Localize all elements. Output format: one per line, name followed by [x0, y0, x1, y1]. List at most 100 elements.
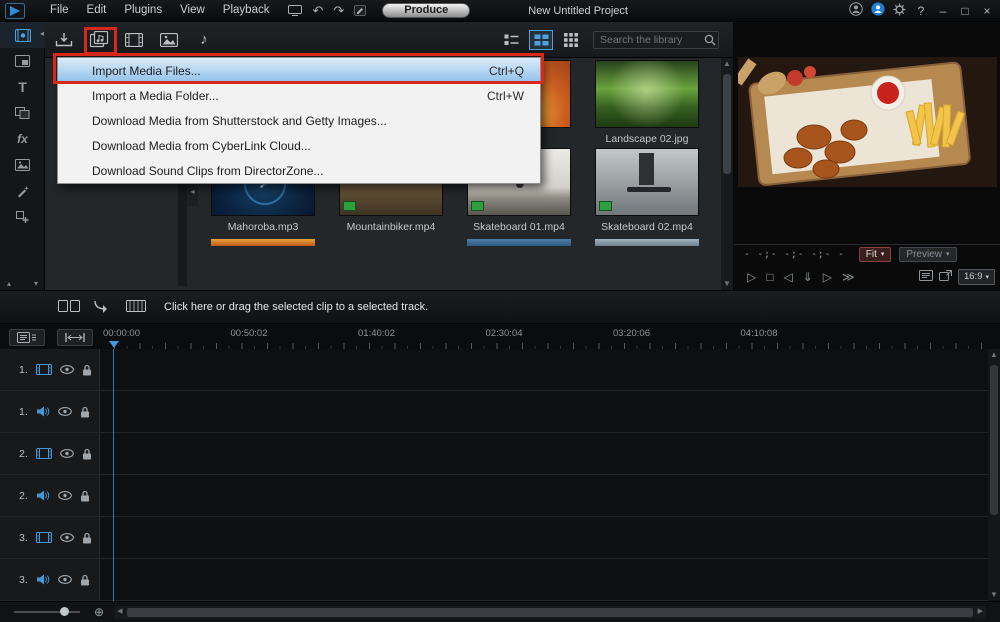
signin-user-icon[interactable]	[871, 2, 885, 19]
play-button[interactable]: ▷	[747, 270, 756, 284]
sidebar-item-transitions-room[interactable]	[0, 100, 45, 126]
minimize-button[interactable]: –	[936, 4, 950, 18]
settings-gear-icon[interactable]	[893, 3, 906, 19]
scroll-down-icon[interactable]: ▼	[723, 278, 731, 290]
menubar-item[interactable]: Edit	[78, 0, 116, 21]
track-hint-bar[interactable]: Click here or drag the selected clip to …	[0, 290, 1000, 324]
menubar-item[interactable]: File	[41, 0, 78, 21]
help-icon[interactable]: ?	[914, 4, 928, 18]
track-header[interactable]: 1.	[0, 391, 100, 432]
library-item-partial[interactable]	[327, 239, 455, 246]
media-content-icon[interactable]	[86, 28, 112, 52]
audio-filter-icon[interactable]: ♪	[191, 28, 217, 52]
media-thumbnail[interactable]	[595, 148, 699, 216]
sidebar-expander[interactable]: ▴ ▾	[0, 279, 45, 288]
track-lane[interactable]	[100, 559, 988, 600]
track-lane[interactable]	[100, 349, 988, 390]
video-filter-icon[interactable]	[121, 28, 147, 52]
photo-filter-icon[interactable]	[156, 28, 182, 52]
scroll-right-icon[interactable]: ▶	[975, 606, 986, 618]
sidebar-item-media-room[interactable]: ◂	[0, 22, 45, 48]
track-header[interactable]: 1.	[0, 349, 100, 390]
library-scrollbar-thumb[interactable]	[723, 74, 731, 174]
library-item-partial[interactable]	[199, 239, 327, 246]
track-header[interactable]: 3.	[0, 559, 100, 600]
sidebar-item-titles-room[interactable]: T	[0, 74, 45, 100]
list-view-icon[interactable]	[499, 30, 523, 50]
undo-icon[interactable]: ↶	[312, 1, 323, 21]
maximize-button[interactable]: □	[958, 4, 972, 18]
insert-arrow-icon[interactable]	[93, 299, 113, 316]
track-lane[interactable]	[100, 433, 988, 474]
menubar-item[interactable]: Playback	[214, 0, 279, 21]
timeline-vertical-scrollbar[interactable]: ▲ ▼	[988, 349, 1000, 601]
expander-up-icon[interactable]: ▴	[7, 279, 11, 288]
eye-icon[interactable]	[58, 407, 72, 416]
lock-icon[interactable]	[82, 532, 92, 544]
library-item[interactable]: Skateboard 02.mp4	[583, 148, 711, 233]
sidebar-item-chapters-room[interactable]	[0, 204, 45, 230]
aspect-ratio-select[interactable]: 16:9 ▾	[958, 269, 995, 285]
track-header[interactable]: 2.	[0, 433, 100, 474]
scroll-left-icon[interactable]: ◀	[114, 606, 125, 618]
menubar-item[interactable]: Plugins	[115, 0, 171, 21]
search-icon[interactable]	[704, 34, 716, 49]
media-thumbnail[interactable]	[595, 60, 699, 128]
media-thumbnail-partial[interactable]	[595, 239, 699, 246]
library-item-partial[interactable]	[455, 239, 583, 246]
close-button[interactable]: ×	[980, 4, 994, 18]
library-menu-icon[interactable]	[559, 30, 583, 50]
capture-frame-button[interactable]: ⇓	[803, 270, 813, 284]
search-input[interactable]	[593, 31, 719, 49]
library-item-partial[interactable]	[583, 239, 711, 246]
timeline-ruler[interactable]: 00:00:0000:50:0201:40:0202:30:0403:20:06…	[100, 328, 988, 349]
track-lane[interactable]	[100, 517, 988, 558]
scroll-up-icon[interactable]: ▲	[723, 58, 731, 70]
stop-button[interactable]: □	[766, 270, 773, 284]
import-menu-item[interactable]: Import a Media Folder... Ctrl+W	[58, 83, 540, 108]
timeline-scrollbar-thumb[interactable]	[990, 365, 998, 515]
scroll-down-icon[interactable]: ▼	[990, 589, 998, 601]
storyboard-icon[interactable]	[58, 300, 80, 315]
import-menu-item[interactable]: Import Media Files... Ctrl+Q	[58, 58, 540, 83]
preview-video-frame[interactable]	[738, 57, 997, 187]
collapse-panel-icon[interactable]: ◂	[40, 29, 44, 38]
next-frame-button[interactable]: ▷	[823, 270, 832, 284]
zoom-slider-handle[interactable]	[60, 607, 69, 616]
fit-select[interactable]: Fit ▾	[859, 247, 892, 262]
import-media-icon[interactable]	[51, 28, 77, 52]
media-thumbnail-partial[interactable]	[467, 239, 571, 246]
import-menu-item[interactable]: Download Sound Clips from DirectorZone..…	[58, 158, 540, 183]
account-icon[interactable]	[849, 2, 863, 19]
track-header[interactable]: 2.	[0, 475, 100, 516]
modify-icon[interactable]	[354, 5, 366, 16]
previous-frame-button[interactable]: ◁	[783, 270, 792, 284]
playhead-marker[interactable]	[109, 341, 119, 348]
zoom-in-icon[interactable]: ⊕	[94, 605, 104, 619]
lock-icon[interactable]	[80, 574, 90, 586]
preview-options-icon[interactable]	[919, 270, 933, 284]
preview-timecode[interactable]: - -;- -;- -;- -	[744, 249, 845, 260]
horizontal-scrollbar-thumb[interactable]	[127, 608, 972, 617]
import-menu-item[interactable]: Download Media from Shutterstock and Get…	[58, 108, 540, 133]
lock-icon[interactable]	[82, 448, 92, 460]
zoom-slider[interactable]	[14, 611, 80, 613]
timeline-track-icon[interactable]	[126, 300, 146, 315]
track-manager-button[interactable]	[9, 329, 45, 346]
capture-icon[interactable]	[288, 5, 302, 16]
produce-button[interactable]: Produce	[382, 3, 470, 18]
track-lane[interactable]	[100, 475, 988, 516]
eye-icon[interactable]	[60, 365, 74, 374]
eye-icon[interactable]	[58, 575, 72, 584]
lock-icon[interactable]	[80, 406, 90, 418]
timeline-horizontal-scrollbar[interactable]: ◀ ▶	[114, 606, 986, 619]
sidebar-item-pip-objects-room[interactable]	[0, 48, 45, 74]
media-thumbnail-partial[interactable]	[211, 239, 315, 246]
expander-down-icon[interactable]: ▾	[34, 279, 38, 288]
eye-icon[interactable]	[60, 533, 74, 542]
popout-window-icon[interactable]	[939, 270, 952, 284]
track-lane[interactable]	[100, 391, 988, 432]
library-scrollbar[interactable]: ▲ ▼	[721, 58, 733, 290]
sidebar-item-particles-room[interactable]	[0, 178, 45, 204]
redo-icon[interactable]: ↷	[333, 1, 344, 21]
